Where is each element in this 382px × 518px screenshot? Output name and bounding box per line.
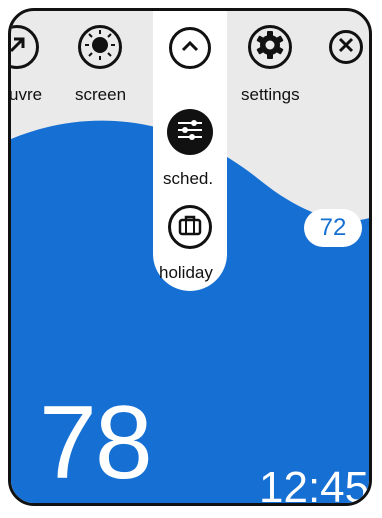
- holiday-button[interactable]: [168, 205, 212, 249]
- chevron-up-icon: [180, 39, 200, 58]
- clock-time: 12:45: [259, 463, 370, 506]
- screen-label: screen: [75, 85, 127, 104]
- brightness-icon: [83, 28, 117, 67]
- close-icon: [338, 37, 354, 58]
- schedule-label: sched.: [163, 169, 214, 188]
- arrow-up-right-icon: [11, 34, 28, 61]
- settings-label: settings: [241, 85, 300, 104]
- close-button[interactable]: [329, 30, 363, 64]
- setpoint-badge[interactable]: 72: [304, 209, 362, 247]
- settings-button[interactable]: [248, 25, 292, 69]
- screen-button[interactable]: [78, 25, 122, 69]
- holiday-label: holiday: [159, 263, 213, 282]
- thermostat-screen: uvre screen settings sched. holiday 72 7…: [8, 8, 372, 506]
- ouvre-label: uvre: [9, 85, 43, 104]
- sliders-icon: [176, 118, 204, 147]
- collapse-menu-button[interactable]: [169, 27, 211, 69]
- briefcase-icon: [178, 214, 202, 241]
- gear-icon: [255, 30, 285, 65]
- current-temperature: 78: [39, 385, 153, 501]
- schedule-button[interactable]: [167, 109, 213, 155]
